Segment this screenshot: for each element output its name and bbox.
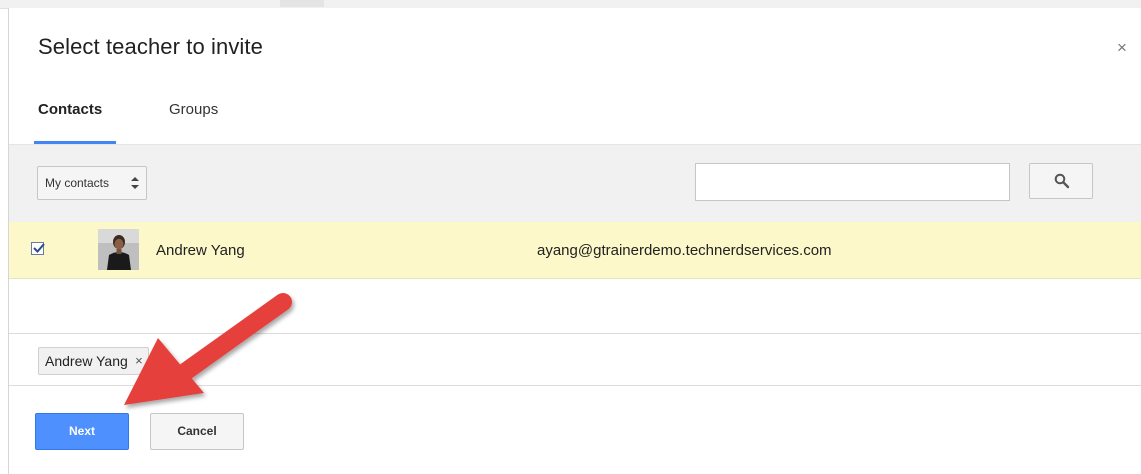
next-button[interactable]: Next	[35, 413, 129, 450]
background-tab	[280, 0, 324, 7]
contact-name: Andrew Yang	[156, 242, 245, 259]
contacts-source-label: My contacts	[45, 176, 110, 190]
chip-remove-icon[interactable]: ×	[135, 348, 143, 374]
avatar	[98, 229, 139, 270]
cancel-button[interactable]: Cancel	[150, 413, 244, 450]
invite-teacher-dialog: Select teacher to invite × Contacts Grou…	[8, 8, 1141, 474]
contact-row[interactable]: Andrew Yang ayang@gtrainerdemo.technerds…	[9, 222, 1141, 279]
up-down-arrows-icon	[131, 177, 139, 189]
close-icon[interactable]: ×	[1114, 39, 1130, 56]
avatar-photo	[98, 229, 139, 270]
tab-contacts[interactable]: Contacts	[38, 101, 102, 118]
search-icon	[1054, 173, 1070, 189]
contact-email: ayang@gtrainerdemo.technerdservices.com	[537, 242, 832, 259]
contacts-source-select[interactable]: My contacts	[37, 166, 147, 200]
contact-search-input[interactable]	[695, 163, 1010, 201]
contact-checkbox[interactable]	[31, 242, 45, 255]
checkmark-icon	[33, 243, 45, 253]
tab-groups[interactable]: Groups	[169, 101, 218, 118]
dialog-title: Select teacher to invite	[38, 34, 263, 59]
search-button[interactable]	[1029, 163, 1093, 199]
contacts-toolbar: My contacts	[9, 145, 1141, 223]
selected-contact-chip: Andrew Yang ×	[38, 347, 149, 375]
chip-label: Andrew Yang	[45, 353, 128, 369]
footer-divider	[9, 385, 1141, 386]
empty-list-area	[9, 279, 1141, 334]
